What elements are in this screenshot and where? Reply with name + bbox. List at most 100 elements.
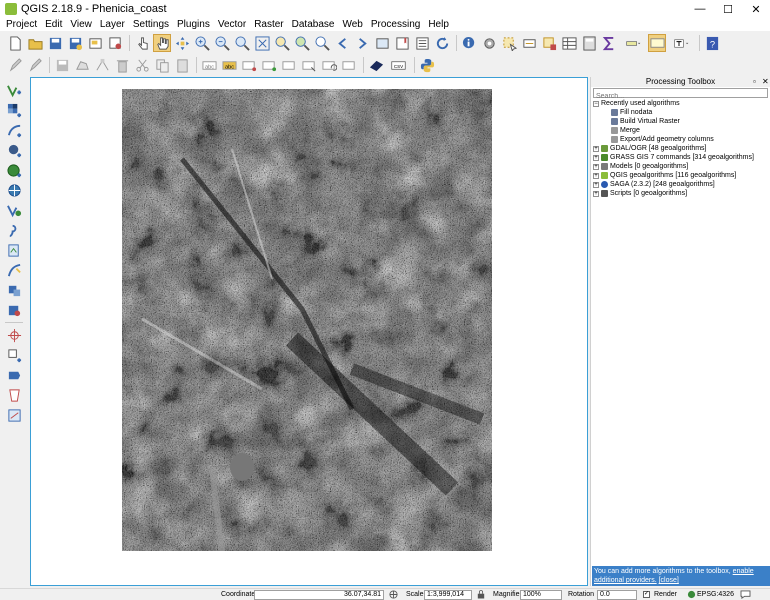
open-attribute-table-button[interactable] [560, 34, 578, 52]
change-label-button[interactable] [340, 56, 358, 74]
zoom-1-1-button[interactable] [233, 34, 251, 52]
copy-features-button[interactable] [153, 56, 171, 74]
tree-node-models[interactable]: + Models [0 geoalgorithms] [593, 162, 770, 171]
crs-globe-icon[interactable] [687, 590, 697, 600]
minimize-button[interactable]: — [686, 0, 714, 18]
close-notice-link[interactable]: [close] [659, 577, 679, 584]
move-label-button[interactable] [300, 56, 318, 74]
save-project-button[interactable] [46, 34, 64, 52]
statistical-summary-button[interactable] [600, 34, 618, 52]
algorithm-item[interactable]: Export/Add geometry columns [593, 135, 770, 144]
new-geopackage-layer-button[interactable] [3, 301, 25, 319]
select-by-value-button[interactable] [520, 34, 538, 52]
zoom-to-layer-button[interactable] [293, 34, 311, 52]
delete-selected-button[interactable] [113, 56, 131, 74]
rotation-spinbox[interactable]: 0.0 [597, 590, 637, 600]
add-gps-layer-button[interactable] [3, 326, 25, 344]
select-features-button[interactable] [500, 34, 518, 52]
new-bookmark-button[interactable] [393, 34, 411, 52]
algorithm-item[interactable]: Build Virtual Raster [593, 117, 770, 126]
magnifier-spinbox[interactable]: 100% [520, 590, 562, 600]
add-vector-layer-button[interactable] [3, 81, 25, 99]
close-panel-button[interactable]: ✕ [762, 77, 769, 87]
menu-database[interactable]: Database [288, 18, 339, 31]
layer-labeling-options-button[interactable]: abc [220, 56, 238, 74]
menu-raster[interactable]: Raster [250, 18, 287, 31]
rotate-label-button[interactable] [320, 56, 338, 74]
tree-node-saga[interactable]: + SAGA (2.3.2) [248 geoalgorithms] [593, 180, 770, 189]
add-delimited-layer-button[interactable] [3, 221, 25, 239]
add-wms-layer-button[interactable] [3, 161, 25, 179]
menu-layer[interactable]: Layer [96, 18, 129, 31]
current-edits-button[interactable] [6, 56, 24, 74]
zoom-in-button[interactable] [193, 34, 211, 52]
add-feature-button[interactable] [73, 56, 91, 74]
zoom-native-button[interactable] [313, 34, 331, 52]
save-layer-edits-button[interactable] [53, 56, 71, 74]
add-spatialite-layer-button[interactable] [3, 121, 25, 139]
menu-view[interactable]: View [66, 18, 96, 31]
open-field-calculator-button[interactable] [580, 34, 598, 52]
messages-icon[interactable] [740, 590, 752, 600]
menu-project[interactable]: Project [2, 18, 41, 31]
tree-node-scripts[interactable]: + Scripts [0 geoalgorithms] [593, 189, 770, 198]
add-wfs-layer-button[interactable] [3, 201, 25, 219]
cut-features-button[interactable] [133, 56, 151, 74]
add-delimited-text-button[interactable]: CSV [387, 56, 409, 74]
scale-combobox[interactable]: 1:3,999,014 [424, 590, 472, 600]
tree-node-gdal[interactable]: + GDAL/OGR [48 geoalgorithms] [593, 144, 770, 153]
composer-manager-button[interactable] [106, 34, 124, 52]
text-annotation-button[interactable] [668, 34, 694, 52]
paste-features-button[interactable] [173, 56, 191, 74]
add-raster-edit-button[interactable] [367, 56, 385, 74]
close-button[interactable]: ✕ [742, 0, 770, 18]
show-bookmarks-button[interactable] [413, 34, 431, 52]
float-panel-button[interactable]: ▫ [753, 77, 756, 87]
expand-toggle[interactable]: + [593, 163, 599, 170]
menu-settings[interactable]: Settings [129, 18, 173, 31]
render-checkbox[interactable]: ✓ [643, 591, 650, 598]
add-raster-layer-button[interactable] [3, 101, 25, 119]
run-feature-action-button[interactable] [480, 34, 498, 52]
menu-edit[interactable]: Edit [41, 18, 66, 31]
zoom-next-button[interactable] [353, 34, 371, 52]
identify-features-button[interactable] [460, 34, 478, 52]
add-arcgis-layer-button[interactable] [3, 406, 25, 424]
vertex-tool-button[interactable] [93, 56, 111, 74]
new-shapefile-layer-button[interactable] [3, 261, 25, 279]
new-project-button[interactable] [6, 34, 24, 52]
tree-node-grass[interactable]: + GRASS GIS 7 commands [314 geoalgorithm… [593, 153, 770, 162]
tree-node-qgis[interactable]: + QGIS geoalgorithms [116 geoalgorithms] [593, 171, 770, 180]
lock-icon[interactable] [477, 590, 487, 600]
pan-map-button[interactable] [153, 34, 171, 52]
add-wcs-layer-button[interactable] [3, 181, 25, 199]
add-mssql-layer-button[interactable] [3, 346, 25, 364]
highlight-pinned-labels-button[interactable] [260, 56, 278, 74]
algorithm-item[interactable]: Fill nodata [593, 108, 770, 117]
toggle-editing-button[interactable] [26, 56, 44, 74]
expand-toggle[interactable]: + [593, 154, 599, 161]
new-spatialite-layer-button[interactable] [3, 281, 25, 299]
zoom-last-button[interactable] [333, 34, 351, 52]
save-as-button[interactable] [66, 34, 84, 52]
expand-toggle[interactable]: + [593, 172, 599, 179]
maximize-button[interactable]: ☐ [714, 0, 742, 18]
menu-processing[interactable]: Processing [367, 18, 424, 31]
crs-label[interactable]: EPSG:4326 [697, 590, 734, 600]
touch-zoom-pan-button[interactable] [133, 34, 151, 52]
new-print-composer-button[interactable] [86, 34, 104, 52]
menu-web[interactable]: Web [338, 18, 366, 31]
toggle-extents-icon[interactable] [389, 590, 399, 600]
label-toolbar-button[interactable]: abc [200, 56, 218, 74]
menu-help[interactable]: Help [424, 18, 453, 31]
map-tips-button[interactable] [648, 34, 666, 52]
expand-toggle[interactable]: + [593, 145, 599, 152]
pin-labels-button[interactable] [240, 56, 258, 74]
algorithm-item[interactable]: Merge [593, 126, 770, 135]
show-hide-labels-button[interactable] [280, 56, 298, 74]
map-canvas[interactable] [30, 77, 588, 586]
help-button[interactable]: ? [703, 34, 721, 52]
pan-to-selection-button[interactable] [173, 34, 191, 52]
menu-plugins[interactable]: Plugins [173, 18, 214, 31]
expand-toggle[interactable]: + [593, 181, 599, 188]
